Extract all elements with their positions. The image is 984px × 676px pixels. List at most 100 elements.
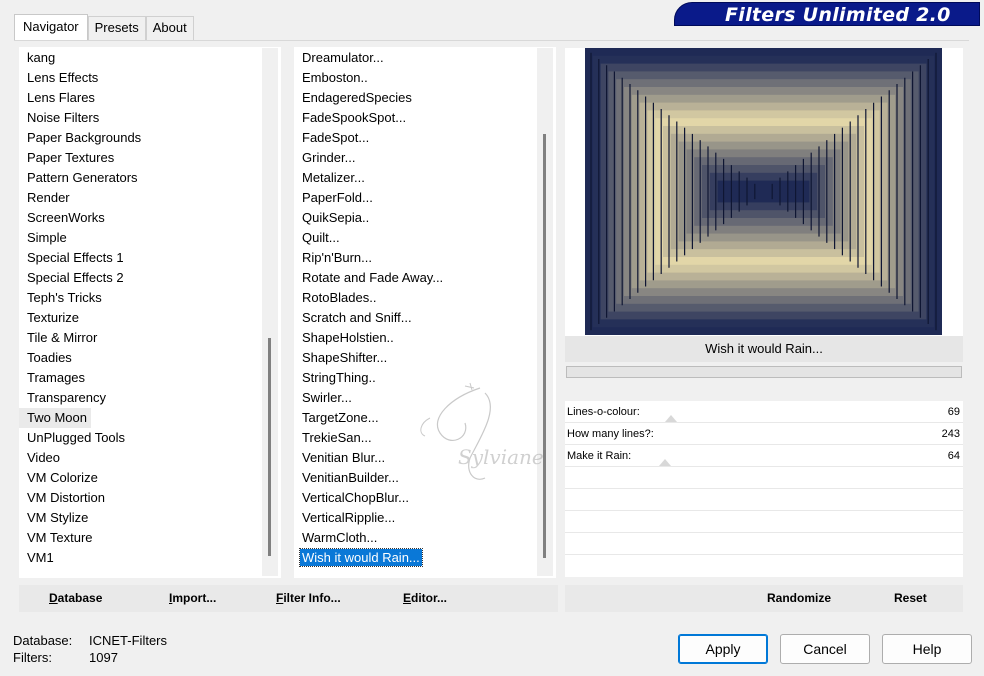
category-item[interactable]: Tramages (19, 368, 262, 388)
filter-item[interactable]: Grinder... (294, 148, 536, 168)
filter-preview-image (585, 48, 942, 335)
category-scroll-thumb[interactable] (268, 338, 271, 556)
filter-item-label: ShapeShifter... (302, 350, 388, 365)
filters-info-label: Filters: (13, 650, 52, 665)
category-item[interactable]: Tile & Mirror (19, 328, 262, 348)
filter-item-label: Rip'n'Burn... (302, 250, 372, 265)
filter-item-label: QuikSepia.. (302, 210, 370, 225)
category-item[interactable]: UnPlugged Tools (19, 428, 262, 448)
filter-item[interactable]: WarmCloth... (294, 528, 536, 548)
editor-button[interactable]: Editor... (403, 591, 447, 605)
param-row[interactable]: Make it Rain: 64 (565, 445, 963, 467)
category-item[interactable]: Teph's Tricks (19, 288, 262, 308)
filter-item-label: VerticalRipplie... (302, 510, 396, 525)
apply-button[interactable]: Apply (678, 634, 768, 664)
filter-item[interactable]: Quilt... (294, 228, 536, 248)
category-item[interactable]: Special Effects 2 (19, 268, 262, 288)
param-value: 64 (947, 450, 960, 462)
category-item[interactable]: Special Effects 1 (19, 248, 262, 268)
filter-item-label: RotoBlades.. (302, 290, 377, 305)
filter-item-label: FadeSpookSpot... (302, 110, 407, 125)
filter-item-label: Metalizer... (302, 170, 365, 185)
category-item[interactable]: Lens Effects (19, 68, 262, 88)
category-item[interactable]: Pattern Generators (19, 168, 262, 188)
filter-item-label: Swirler... (302, 390, 352, 405)
reset-button[interactable]: Reset (894, 591, 927, 605)
category-item[interactable]: Two Moon (19, 408, 91, 428)
filter-item-label: TrekieSan... (302, 430, 372, 445)
category-item[interactable]: Lens Flares (19, 88, 262, 108)
import-label: Import... (169, 591, 217, 605)
filter-item[interactable]: Metalizer... (294, 168, 536, 188)
slider-thumb[interactable] (665, 415, 677, 422)
category-item[interactable]: Simple (19, 228, 262, 248)
filter-item-label: VerticalChopBlur... (302, 490, 409, 505)
filters-info-value: 1097 (89, 650, 118, 665)
filter-item[interactable]: EndageredSpecies (294, 88, 536, 108)
tab-navigator[interactable]: Navigator (14, 14, 88, 40)
filter-item-label: Venitian Blur... (302, 450, 386, 465)
category-item[interactable]: Paper Textures (19, 148, 262, 168)
category-item[interactable]: Toadies (19, 348, 262, 368)
param-label: How many lines?: (567, 428, 654, 440)
progress-bar (566, 366, 962, 378)
param-label: Make it Rain: (567, 450, 632, 462)
filter-item[interactable]: Rip'n'Burn... (294, 248, 536, 268)
filter-item-label: PaperFold... (302, 190, 373, 205)
param-row-empty (565, 511, 963, 533)
category-item[interactable]: VM Stylize (19, 508, 262, 528)
import-button[interactable]: Import... (169, 591, 216, 605)
category-item[interactable]: VM1 (19, 548, 262, 568)
category-item[interactable]: VM Texture (19, 528, 262, 548)
filter-item[interactable]: ShapeHolstien.. (294, 328, 536, 348)
filter-item-label: Quilt... (302, 230, 340, 245)
filter-item-label: Grinder... (302, 150, 356, 165)
filter-item[interactable]: ShapeShifter... (294, 348, 536, 368)
help-button[interactable]: Help (882, 634, 972, 664)
category-scrollbar[interactable] (262, 48, 278, 576)
filter-item[interactable]: VerticalRipplie... (294, 508, 536, 528)
filter-item[interactable]: FadeSpot... (294, 128, 536, 148)
param-value: 69 (947, 406, 960, 418)
watermark-text: Sylviane (458, 445, 544, 469)
filter-item[interactable]: RotoBlades.. (294, 288, 536, 308)
filter-item[interactable]: Emboston.. (294, 68, 536, 88)
cancel-button[interactable]: Cancel (780, 634, 870, 664)
database-label: Database (49, 591, 103, 605)
filter-info-button[interactable]: Filter Info... (276, 591, 341, 605)
filter-item[interactable]: Wish it would Rain... (294, 548, 536, 568)
sylviane-watermark: Sylviane (420, 382, 544, 480)
category-item[interactable]: Paper Backgrounds (19, 128, 262, 148)
category-item[interactable]: kang (19, 48, 262, 68)
filter-item-label: TargetZone... (302, 410, 379, 425)
param-row-empty (565, 467, 963, 489)
filter-item[interactable]: Scratch and Sniff... (294, 308, 536, 328)
filter-item[interactable]: QuikSepia.. (294, 208, 536, 228)
database-button[interactable]: Database (49, 591, 102, 605)
category-item[interactable]: ScreenWorks (19, 208, 262, 228)
randomize-button[interactable]: Randomize (767, 591, 831, 605)
filter-item-label: Rotate and Fade Away... (302, 270, 444, 285)
filter-item-label: Dreamulator... (302, 50, 384, 65)
param-row-empty (565, 489, 963, 511)
category-item[interactable]: Texturize (19, 308, 262, 328)
filter-item[interactable]: PaperFold... (294, 188, 536, 208)
category-list[interactable]: kang Lens Effects Lens Flares Noise Filters… (19, 48, 262, 576)
tab-about[interactable]: About (145, 16, 194, 40)
param-row-empty (565, 555, 963, 577)
category-item[interactable]: VM Distortion (19, 488, 262, 508)
banner-title: Filters Unlimited 2.0 (725, 4, 951, 26)
category-item[interactable]: Video (19, 448, 262, 468)
preview-panel (565, 48, 963, 336)
tab-presets[interactable]: Presets (87, 16, 146, 40)
filter-item[interactable]: Rotate and Fade Away... (294, 268, 536, 288)
category-item[interactable]: VM Colorize (19, 468, 262, 488)
slider-thumb[interactable] (659, 459, 671, 466)
filter-item[interactable]: Dreamulator... (294, 48, 536, 68)
filter-item[interactable]: FadeSpookSpot... (294, 108, 536, 128)
param-row[interactable]: How many lines?: 243 (565, 423, 963, 445)
category-item[interactable]: Transparency (19, 388, 262, 408)
category-item[interactable]: Noise Filters (19, 108, 262, 128)
param-row[interactable]: Lines-o-colour: 69 (565, 401, 963, 423)
category-item[interactable]: Render (19, 188, 262, 208)
